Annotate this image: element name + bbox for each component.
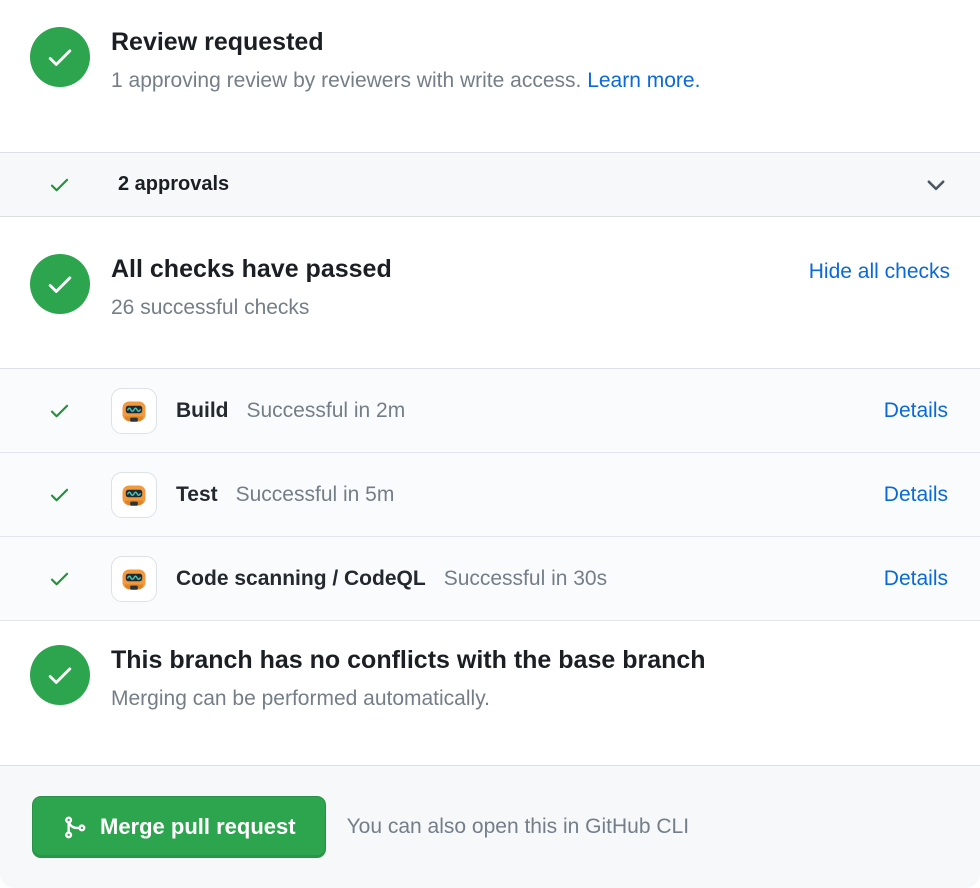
success-check-circle-icon bbox=[30, 645, 90, 705]
check-icon bbox=[48, 483, 71, 506]
review-section-text: Review requested 1 approving review by r… bbox=[111, 27, 700, 152]
robot-icon bbox=[118, 395, 150, 427]
merge-button-label: Merge pull request bbox=[100, 814, 296, 840]
check-name: Build bbox=[176, 399, 229, 423]
checks-title: All checks have passed bbox=[111, 254, 392, 285]
robot-icon bbox=[118, 563, 150, 595]
approvals-row[interactable]: 2 approvals bbox=[0, 152, 980, 217]
learn-more-link[interactable]: Learn more. bbox=[587, 69, 700, 92]
approvals-label: 2 approvals bbox=[118, 173, 229, 196]
check-icon bbox=[45, 42, 75, 72]
check-icon bbox=[48, 399, 71, 422]
check-row-test: Test Successful in 5m Details bbox=[0, 453, 980, 537]
review-section: Review requested 1 approving review by r… bbox=[0, 0, 980, 152]
check-name: Test bbox=[176, 483, 218, 507]
check-status: Successful in 30s bbox=[444, 567, 607, 591]
bot-avatar bbox=[111, 472, 157, 518]
details-link[interactable]: Details bbox=[884, 567, 948, 591]
check-name: Code scanning / CodeQL bbox=[176, 567, 426, 591]
check-icon bbox=[48, 173, 71, 196]
success-check-circle-icon bbox=[30, 254, 90, 314]
cli-hint-text: You can also open this in GitHub CLI bbox=[347, 815, 689, 839]
review-subtitle-text: 1 approving review by reviewers with wri… bbox=[111, 69, 581, 92]
merge-pull-request-button[interactable]: Merge pull request bbox=[32, 796, 326, 858]
details-link[interactable]: Details bbox=[884, 483, 948, 507]
bot-avatar bbox=[111, 388, 157, 434]
check-row-codeql: Code scanning / CodeQL Successful in 30s… bbox=[0, 537, 980, 621]
checks-header-section: All checks have passed 26 successful che… bbox=[0, 217, 980, 368]
review-title: Review requested bbox=[111, 27, 700, 58]
conflicts-subtitle: Merging can be performed automatically. bbox=[111, 685, 706, 713]
checks-header-text: All checks have passed 26 successful che… bbox=[111, 254, 392, 368]
conflicts-section-text: This branch has no conflicts with the ba… bbox=[111, 645, 706, 765]
check-icon bbox=[48, 567, 71, 590]
checks-list: Build Successful in 2m Details Test bbox=[0, 368, 980, 621]
details-link[interactable]: Details bbox=[884, 399, 948, 423]
check-status: Successful in 2m bbox=[247, 399, 406, 423]
hide-all-checks-link[interactable]: Hide all checks bbox=[809, 260, 950, 368]
checks-subtitle: 26 successful checks bbox=[111, 294, 392, 322]
success-check-circle-icon bbox=[30, 27, 90, 87]
review-subtitle: 1 approving review by reviewers with wri… bbox=[111, 67, 700, 95]
conflicts-section: This branch has no conflicts with the ba… bbox=[0, 621, 980, 765]
check-icon bbox=[45, 660, 75, 690]
check-row-build: Build Successful in 2m Details bbox=[0, 369, 980, 453]
chevron-down-icon[interactable] bbox=[924, 173, 948, 197]
robot-icon bbox=[118, 479, 150, 511]
merge-box: Review requested 1 approving review by r… bbox=[0, 0, 980, 888]
merge-footer: Merge pull request You can also open thi… bbox=[0, 765, 980, 888]
check-status: Successful in 5m bbox=[236, 483, 395, 507]
bot-avatar bbox=[111, 556, 157, 602]
conflicts-title: This branch has no conflicts with the ba… bbox=[111, 645, 706, 676]
check-icon bbox=[45, 269, 75, 299]
git-merge-icon bbox=[62, 815, 87, 840]
